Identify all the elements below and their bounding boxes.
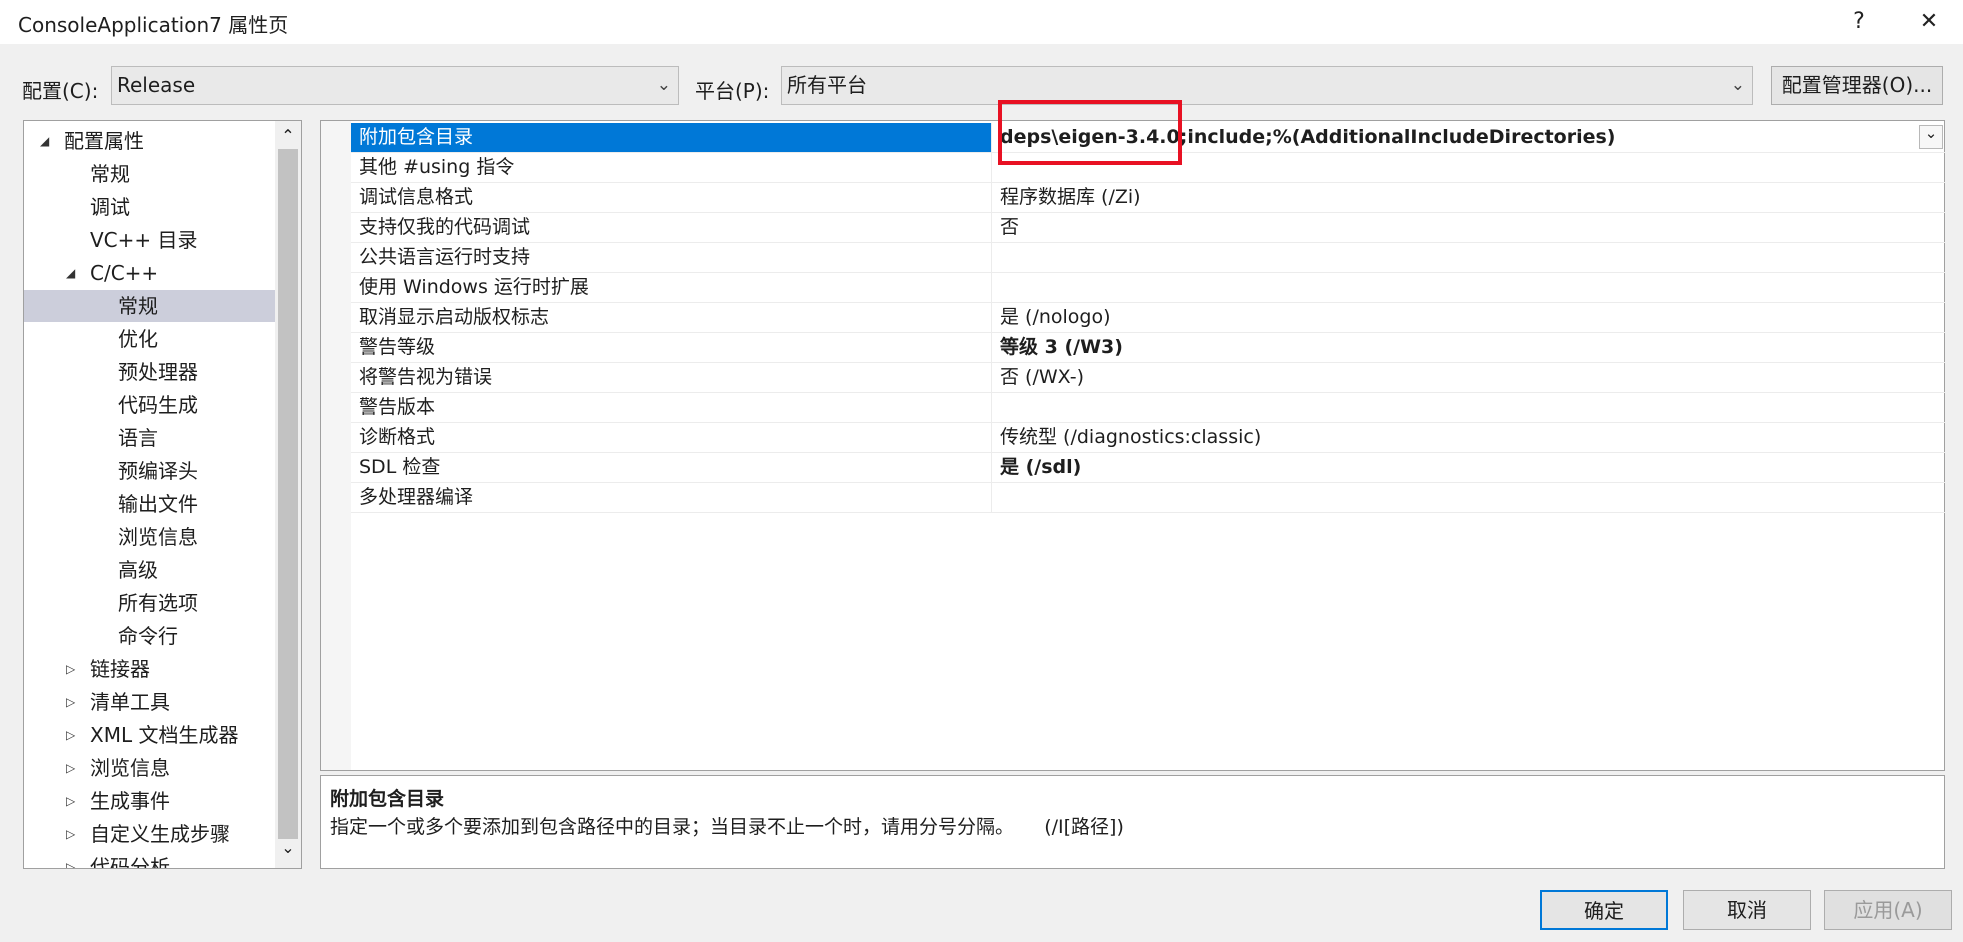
tree-item[interactable]: 配置属性 [64,125,144,157]
property-value[interactable]: 否 (/WX-) [991,363,1945,392]
expanded-arrow-icon[interactable]: ◢ [40,134,49,148]
property-name[interactable]: 诊断格式 [351,423,991,452]
property-value[interactable] [991,243,1945,272]
property-name[interactable]: 多处理器编译 [351,483,991,512]
value-dropdown-icon[interactable]: ⌄ [1919,125,1943,149]
property-value[interactable] [991,483,1945,512]
property-value[interactable] [991,393,1945,422]
property-grid: 附加包含目录 deps\eigen-3.4.0;include;%(Additio… [320,120,1945,771]
tree-item[interactable]: 常规 [90,158,130,190]
property-value[interactable]: 否 [991,213,1945,242]
property-name[interactable]: 附加包含目录 [351,123,991,152]
property-name[interactable]: 警告版本 [351,393,991,422]
collapsed-arrow-icon[interactable]: ▷ [66,761,75,775]
tree-item[interactable]: 代码生成 [118,389,198,421]
tree-item[interactable]: 输出文件 [118,488,198,520]
collapsed-arrow-icon[interactable]: ▷ [66,728,75,742]
tree-item[interactable]: 高级 [118,554,158,586]
config-select[interactable]: Release ⌄ [111,66,679,105]
platform-value: 所有平台 [787,73,867,97]
property-value[interactable] [991,273,1945,302]
grid-row[interactable]: 多处理器编译 [351,483,1945,513]
tree-item[interactable]: 生成事件 [90,785,170,817]
config-label: 配置(C): [22,79,99,103]
window-title: ConsoleApplication7 属性页 [18,13,289,37]
property-name[interactable]: 支持仅我的代码调试 [351,213,991,242]
tree-item[interactable]: 所有选项 [118,587,198,619]
tree-item[interactable]: C/C++ [90,257,158,289]
tree-item[interactable]: 链接器 [90,653,150,685]
config-value: Release [117,73,196,97]
collapsed-arrow-icon[interactable]: ▷ [66,860,75,868]
collapsed-arrow-icon[interactable]: ▷ [66,827,75,841]
description-panel: 附加包含目录 指定一个或多个要添加到包含路径中的目录；当目录不止一个时，请用分号… [320,775,1945,869]
tree-item[interactable]: XML 文档生成器 [90,719,238,751]
grid-row[interactable]: 公共语言运行时支持 [351,243,1945,273]
config-manager-button[interactable]: 配置管理器(O)... [1771,66,1943,105]
platform-label: 平台(P): [695,79,770,103]
tree-item[interactable]: 预处理器 [118,356,198,388]
grid-row[interactable]: 使用 Windows 运行时扩展 [351,273,1945,303]
property-name[interactable]: 取消显示启动版权标志 [351,303,991,332]
grid-row[interactable]: 将警告视为错误否 (/WX-) [351,363,1945,393]
collapsed-arrow-icon[interactable]: ▷ [66,794,75,808]
tree-scrollbar[interactable]: ⌃ ⌄ [275,121,301,868]
grid-row[interactable]: SDL 检查是 (/sdl) [351,453,1945,483]
apply-button[interactable]: 应用(A) [1824,890,1952,930]
grid-row[interactable]: 警告版本 [351,393,1945,423]
tree-item[interactable]: 优化 [118,323,158,355]
expanded-arrow-icon[interactable]: ◢ [66,266,75,280]
grid-row[interactable]: 支持仅我的代码调试否 [351,213,1945,243]
description-title: 附加包含目录 [330,788,445,810]
ok-button[interactable]: 确定 [1540,890,1668,930]
property-value[interactable]: 是 (/nologo) [991,303,1945,332]
scroll-up-icon[interactable]: ⌃ [275,123,301,145]
property-name[interactable]: 公共语言运行时支持 [351,243,991,272]
tree-item[interactable]: VC++ 目录 [90,224,198,256]
property-value[interactable]: 等级 3 (/W3) [991,333,1945,362]
property-value[interactable]: 程序数据库 (/Zi) [991,183,1945,212]
tree-item[interactable]: 语言 [118,422,158,454]
property-tree: ◢ 配置属性 常规 调试 VC++ 目录 ◢ C/C++ 常规 优化 预处理器 代码生成 语言 预编译头… [23,120,302,869]
property-name[interactable]: 其他 #using 指令 [351,153,991,182]
scroll-thumb[interactable] [278,149,298,839]
collapsed-arrow-icon[interactable]: ▷ [66,695,75,709]
title-bar: ConsoleApplication7 属性页 ? ✕ [0,0,1963,44]
tree-item[interactable]: 浏览信息 [90,752,170,784]
grid-margin [321,121,351,770]
property-name[interactable]: 调试信息格式 [351,183,991,212]
tree-item[interactable]: 常规 [118,290,158,322]
property-name[interactable]: SDL 检查 [351,453,991,482]
property-name[interactable]: 将警告视为错误 [351,363,991,392]
grid-row[interactable]: 诊断格式 传统型 (/diagnostics:classic) [351,423,1945,453]
description-text: 指定一个或多个要添加到包含路径中的目录；当目录不止一个时，请用分号分隔。 (/I… [330,816,1124,838]
grid-row[interactable]: 取消显示启动版权标志是 (/nologo) [351,303,1945,333]
tree-item[interactable]: 代码分析 [90,851,170,868]
tree-item[interactable]: 调试 [90,191,130,223]
tree-item[interactable]: 清单工具 [90,686,170,718]
highlight-box [998,100,1182,165]
platform-select[interactable]: 所有平台 ⌄ [781,66,1753,105]
cancel-button[interactable]: 取消 [1683,890,1811,930]
grid-row[interactable]: 调试信息格式 程序数据库 (/Zi) [351,183,1945,213]
grid-row[interactable]: 警告等级 等级 3 (/W3) [351,333,1945,363]
property-name[interactable]: 使用 Windows 运行时扩展 [351,273,991,302]
tree-item[interactable]: 命令行 [118,620,178,652]
tree-item[interactable]: 浏览信息 [118,521,198,553]
tree-item[interactable]: 自定义生成步骤 [90,818,230,850]
chevron-down-icon: ⌄ [656,75,671,95]
property-value[interactable]: 传统型 (/diagnostics:classic) [991,423,1945,452]
collapsed-arrow-icon[interactable]: ▷ [66,662,75,676]
chevron-down-icon: ⌄ [1730,75,1745,95]
scroll-down-icon[interactable]: ⌄ [275,840,301,865]
property-value[interactable]: 是 (/sdl) [991,453,1945,482]
property-name[interactable]: 警告等级 [351,333,991,362]
close-button[interactable]: ✕ [1900,0,1958,44]
help-button[interactable]: ? [1830,0,1888,44]
tree-item[interactable]: 预编译头 [118,455,198,487]
